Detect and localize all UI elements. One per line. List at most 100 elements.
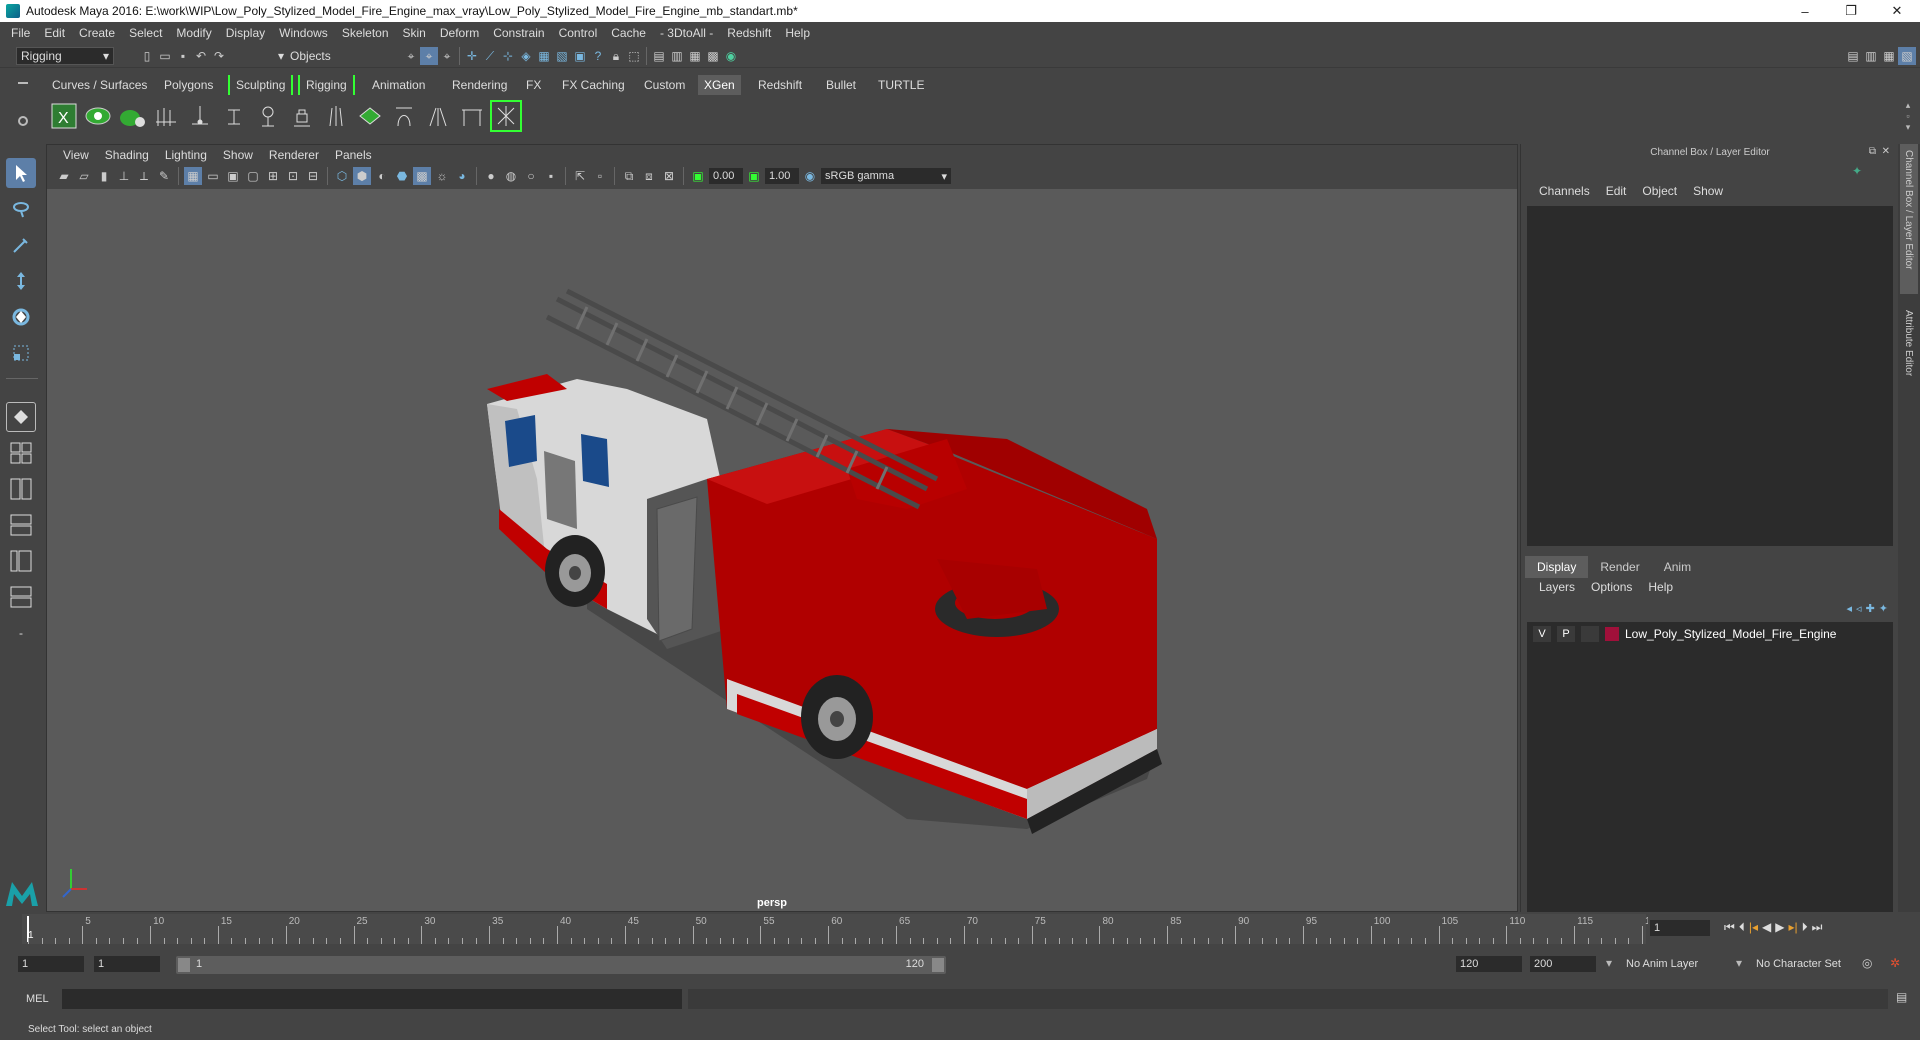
select-by-hierarchy-icon[interactable]: ⌖ bbox=[402, 47, 420, 65]
xray-joints-icon[interactable]: ⧉ bbox=[620, 167, 638, 185]
go-to-end-icon[interactable]: ⏭ bbox=[1812, 920, 1823, 935]
viewport-menu-panels[interactable]: Panels bbox=[327, 148, 380, 162]
playback-start-field[interactable]: 1 bbox=[94, 956, 160, 972]
animation-start-field[interactable]: 1 bbox=[18, 956, 84, 972]
symmetry-icon[interactable]: ? bbox=[589, 47, 607, 65]
layer-type-toggle[interactable] bbox=[1581, 626, 1599, 642]
anim-layer-dropdown[interactable]: No Anim Layer bbox=[1626, 958, 1698, 970]
manipulator-icon[interactable]: ✦ bbox=[1852, 164, 1862, 178]
menu-select[interactable]: Select bbox=[122, 26, 169, 40]
select-by-object-icon[interactable]: ⌖ bbox=[420, 47, 438, 65]
ipr-render-icon[interactable]: ▥ bbox=[668, 47, 686, 65]
wireframe-icon[interactable]: ⬡ bbox=[333, 167, 351, 185]
grid-icon[interactable]: ▦ bbox=[184, 167, 202, 185]
viewport-menu-lighting[interactable]: Lighting bbox=[157, 148, 215, 162]
gamma-icon[interactable]: ▣ bbox=[745, 167, 763, 185]
modeling-toolkit-icon[interactable]: ▤ bbox=[1844, 47, 1862, 65]
layer-tab-display[interactable]: Display bbox=[1525, 556, 1589, 578]
shelf-settings-icon[interactable] bbox=[18, 116, 28, 126]
auto-key-icon[interactable]: ◎ bbox=[1862, 956, 1872, 970]
animation-prefs-icon[interactable]: ✲ bbox=[1890, 956, 1900, 970]
viewport-menu-show[interactable]: Show bbox=[215, 148, 261, 162]
camera-attributes-icon[interactable]: ▱ bbox=[75, 167, 93, 185]
persp-outliner-layout-icon[interactable] bbox=[6, 582, 36, 612]
le-menu-help[interactable]: Help bbox=[1640, 580, 1681, 594]
xgen-editor-icon[interactable]: X bbox=[48, 100, 80, 132]
menu-redshift[interactable]: Redshift bbox=[720, 26, 778, 40]
script-editor-icon[interactable]: ▤ bbox=[1896, 990, 1907, 1004]
command-input[interactable] bbox=[62, 989, 682, 1009]
two-pane-layout-icon[interactable] bbox=[6, 474, 36, 504]
wireframe-on-shaded-icon[interactable]: ⬣ bbox=[393, 167, 411, 185]
maximize-button[interactable]: ❐ bbox=[1828, 0, 1874, 22]
character-set-dropdown[interactable]: No Character Set bbox=[1756, 958, 1841, 970]
shelf-tab-xgen[interactable]: XGen bbox=[698, 75, 741, 95]
menu-skin[interactable]: Skin bbox=[396, 26, 433, 40]
shelf-tab-polygons[interactable]: Polygons bbox=[158, 75, 219, 95]
layer-tab-render[interactable]: Render bbox=[1588, 556, 1651, 578]
menu-cache[interactable]: Cache bbox=[604, 26, 653, 40]
range-start-handle[interactable] bbox=[178, 958, 190, 972]
lock-icon[interactable]: 🔒︎ bbox=[607, 47, 625, 65]
color-management-icon[interactable]: ◉ bbox=[801, 167, 819, 185]
layer-color-swatch[interactable] bbox=[1605, 627, 1619, 641]
snap-vertex-icon[interactable]: ▣ bbox=[571, 47, 589, 65]
xray-components-icon[interactable]: ⧈ bbox=[640, 167, 658, 185]
snap-point-icon[interactable]: ⊹ bbox=[499, 47, 517, 65]
hypershade-icon[interactable]: ▩ bbox=[704, 47, 722, 65]
channel-box-area[interactable] bbox=[1527, 206, 1893, 546]
four-pane-layout-icon[interactable] bbox=[6, 438, 36, 468]
xgen-create-description-icon[interactable] bbox=[116, 100, 148, 132]
shadows-icon[interactable]: ◕ bbox=[453, 167, 471, 185]
shelf-tab-rigging[interactable]: Rigging bbox=[298, 75, 355, 95]
textured-icon[interactable]: ▩ bbox=[413, 167, 431, 185]
go-to-start-icon[interactable]: ⏮ bbox=[1724, 920, 1735, 935]
menu-file[interactable]: File bbox=[4, 26, 37, 40]
play-forwards-icon[interactable]: ▶ bbox=[1775, 920, 1784, 935]
render-settings-icon[interactable]: ▦ bbox=[686, 47, 704, 65]
camera-icon[interactable]: ▰ bbox=[55, 167, 73, 185]
rotate-tool-icon[interactable] bbox=[6, 302, 36, 332]
shelf-tab-curves-surfaces[interactable]: Curves / Surfaces bbox=[46, 75, 153, 95]
cb-menu-object[interactable]: Object bbox=[1634, 184, 1685, 198]
cb-menu-edit[interactable]: Edit bbox=[1598, 184, 1635, 198]
multisample-aa-icon[interactable]: ○ bbox=[522, 167, 540, 185]
menuset-dropdown[interactable]: Rigging ▾ bbox=[16, 47, 114, 65]
tool-settings-icon[interactable]: ▦ bbox=[1880, 47, 1898, 65]
xgen-lock-guide-icon[interactable] bbox=[286, 100, 318, 132]
select-tool-icon[interactable] bbox=[6, 158, 36, 188]
render-view-icon[interactable]: ◉ bbox=[722, 47, 740, 65]
channel-box-icon[interactable]: ▧ bbox=[1898, 47, 1916, 65]
safe-title-icon[interactable]: ⊟ bbox=[304, 167, 322, 185]
scale-tool-icon[interactable] bbox=[6, 338, 36, 368]
xgen-preview-icon[interactable] bbox=[82, 100, 114, 132]
move-layer-up-icon[interactable]: ◂ bbox=[1847, 602, 1853, 615]
shelf-tab-animation[interactable]: Animation bbox=[366, 75, 431, 95]
chevron-down-icon[interactable]: ▾ bbox=[1736, 956, 1742, 970]
use-all-lights-icon[interactable]: ☼ bbox=[433, 167, 451, 185]
snap-surface-icon[interactable]: ▦ bbox=[535, 47, 553, 65]
float-panel-icon[interactable]: ⧉ bbox=[1869, 146, 1876, 157]
xgen-cut-icon[interactable] bbox=[456, 100, 488, 132]
outliner-layout-icon[interactable] bbox=[6, 510, 36, 540]
snap-curve-icon[interactable]: ⟋ bbox=[481, 47, 499, 65]
xgen-select-guide-icon[interactable] bbox=[252, 100, 284, 132]
use-default-material-icon[interactable]: ◐ bbox=[373, 167, 391, 185]
xgen-clump-icon[interactable] bbox=[422, 100, 454, 132]
shelf-menu-icon[interactable] bbox=[18, 82, 28, 84]
shelf-scroll-arrows[interactable]: ▴ ▫ ▾ bbox=[1900, 100, 1916, 134]
paint-select-tool-icon[interactable] bbox=[6, 230, 36, 260]
xgen-noise-icon[interactable] bbox=[490, 100, 522, 132]
shelf-tab-fx-caching[interactable]: FX Caching bbox=[556, 75, 631, 95]
play-backwards-icon[interactable]: ◀ bbox=[1762, 920, 1771, 935]
menu-edit[interactable]: Edit bbox=[37, 26, 72, 40]
shelf-tab-rendering[interactable]: Rendering bbox=[446, 75, 513, 95]
time-slider[interactable]: 1 5 10 15 20 25 30 35 40 45 50 55 60 65 70 75 80 85 90 95 1… bbox=[22, 914, 1662, 944]
step-back-frame-icon[interactable]: |◂ bbox=[1749, 920, 1758, 935]
close-button[interactable]: ✕ bbox=[1874, 0, 1920, 22]
cb-menu-show[interactable]: Show bbox=[1685, 184, 1731, 198]
exposure-field[interactable]: 0.00 bbox=[709, 168, 743, 184]
move-layer-down-icon[interactable]: ◃ bbox=[1856, 602, 1862, 615]
image-plane-icon[interactable]: ⊥ bbox=[115, 167, 133, 185]
lasso-tool-icon[interactable] bbox=[6, 194, 36, 224]
